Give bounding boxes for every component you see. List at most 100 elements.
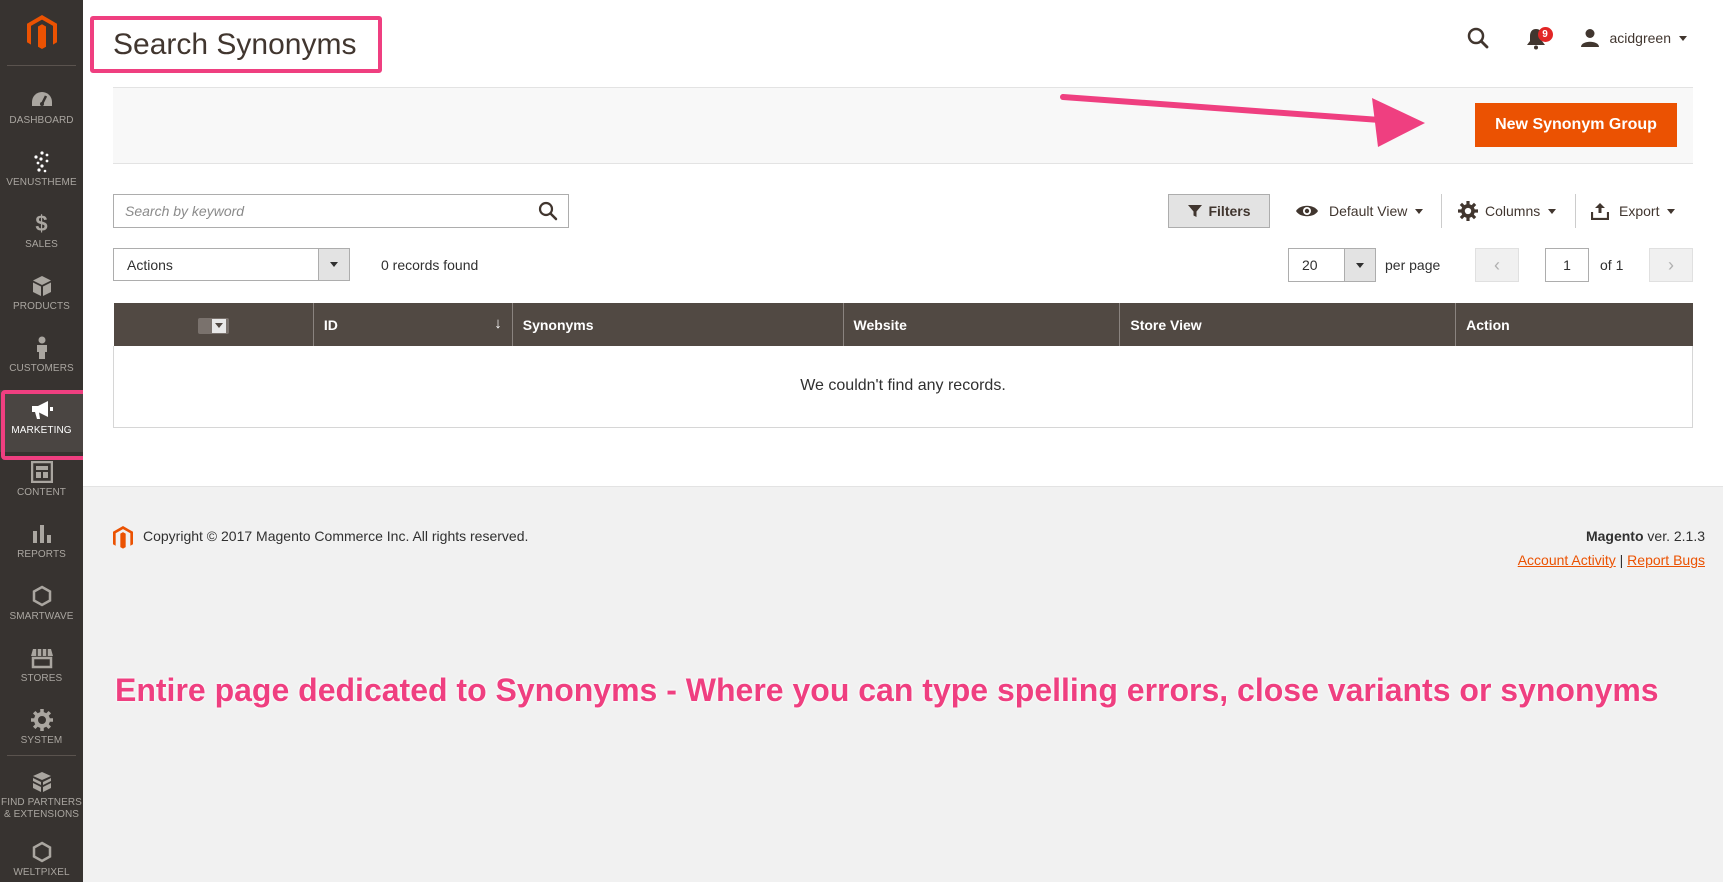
- search-icon[interactable]: [528, 195, 568, 227]
- column-header-id[interactable]: ID ↓: [312, 303, 513, 346]
- per-page-select[interactable]: 20: [1288, 248, 1376, 282]
- search-input[interactable]: [114, 195, 528, 227]
- admin-sidebar: DASHBOARD VENUSTHEME $ SALES PRODUCTS CU…: [0, 0, 88, 882]
- user-icon: [1580, 29, 1599, 47]
- page-actions-bar: New Synonym Group: [113, 87, 1693, 164]
- version-info: Magento ver. 2.1.3: [1585, 528, 1705, 544]
- column-header-store-view[interactable]: Store View: [1119, 303, 1456, 346]
- sidebar-item-customers[interactable]: CUSTOMERS: [0, 328, 83, 390]
- eye-icon: [1296, 205, 1318, 217]
- sidebar-item-label: CONTENT: [16, 487, 67, 498]
- page-title: Search Synonyms: [113, 27, 357, 61]
- magento-footer-logo-icon: [113, 526, 133, 555]
- filters-label: Filters: [1208, 203, 1251, 219]
- total-pages: of 1: [1600, 257, 1624, 273]
- sidebar-item-label: FIND PARTNERS & EXTENSIONS: [1, 797, 82, 820]
- sidebar-item-system[interactable]: SYSTEM: [0, 700, 83, 762]
- megaphone-icon: [30, 398, 54, 422]
- footer-links: Account Activity | Report Bugs: [1518, 552, 1705, 568]
- user-account-menu[interactable]: acidgreen: [1580, 28, 1687, 48]
- dollar-icon: $: [35, 211, 48, 236]
- mass-select-column: [113, 303, 314, 346]
- column-header-action: Action: [1455, 303, 1693, 346]
- current-page-input[interactable]: [1545, 248, 1589, 282]
- global-search-icon[interactable]: [1466, 26, 1490, 50]
- sidebar-item-venustheme[interactable]: VENUSTHEME: [0, 142, 83, 204]
- sidebar-item-smartwave[interactable]: SMARTWAVE: [0, 576, 83, 638]
- sidebar-item-label: SMARTWAVE: [9, 611, 74, 622]
- bar-chart-icon: [31, 522, 53, 546]
- storefront-icon: [30, 646, 54, 670]
- sidebar-item-products[interactable]: PRODUCTS: [0, 266, 83, 328]
- sidebar-item-stores[interactable]: STORES: [0, 638, 83, 700]
- sidebar-item-label: WELTPIXEL: [13, 867, 70, 878]
- filters-button[interactable]: Filters: [1168, 194, 1270, 228]
- mass-select-toggle[interactable]: [197, 317, 229, 334]
- sidebar-item-sales[interactable]: $ SALES: [0, 204, 83, 266]
- view-switcher[interactable]: Default View: [1295, 194, 1424, 228]
- gear-icon: [1458, 201, 1478, 221]
- sidebar-item-label: MARKETING: [11, 425, 72, 436]
- sidebar-item-label: CUSTOMERS: [9, 363, 74, 374]
- columns-control[interactable]: Columns: [1458, 194, 1557, 228]
- per-page-label: per page: [1385, 257, 1441, 273]
- sidebar-item-label: STORES: [20, 673, 63, 684]
- keyword-search: [113, 194, 569, 228]
- mass-actions-select[interactable]: Actions: [113, 248, 350, 281]
- notifications-bell-icon[interactable]: 9: [1526, 26, 1553, 50]
- sidebar-item-dashboard[interactable]: DASHBOARD: [0, 80, 83, 142]
- sidebar-item-label: VENUSTHEME: [6, 177, 77, 188]
- sidebar-item-reports[interactable]: REPORTS: [0, 514, 83, 576]
- sidebar-item-find-partners[interactable]: FIND PARTNERS & EXTENSIONS: [0, 762, 83, 824]
- copyright-text: Copyright © 2017 Magento Commerce Inc. A…: [143, 528, 529, 544]
- column-header-synonyms[interactable]: Synonyms: [511, 303, 844, 346]
- sidebar-divider: [7, 755, 76, 756]
- notification-count-badge: 9: [1537, 27, 1553, 42]
- chevron-down-icon: [1344, 249, 1375, 281]
- chevron-right-icon: ›: [1668, 254, 1674, 275]
- empty-row: We couldn't find any records.: [113, 346, 1693, 428]
- report-bugs-link[interactable]: Report Bugs: [1627, 552, 1705, 568]
- sidebar-item-label: SYSTEM: [20, 735, 63, 746]
- new-synonym-group-button[interactable]: New Synonym Group: [1475, 103, 1677, 147]
- chevron-left-icon: ‹: [1494, 254, 1500, 275]
- main-content: Search Synonyms 9 acidgreen New Synonym …: [83, 0, 1723, 487]
- chevron-down-icon: [1667, 208, 1676, 214]
- export-control[interactable]: Export: [1591, 194, 1676, 228]
- previous-page-button[interactable]: ‹: [1475, 248, 1519, 282]
- chevron-down-icon: [214, 323, 223, 329]
- dashboard-icon: [30, 88, 54, 112]
- chevron-down-icon: [318, 249, 349, 280]
- sidebar-item-marketing[interactable]: MARKETING: [0, 390, 88, 460]
- person-icon: [34, 336, 50, 360]
- magento-logo[interactable]: [7, 0, 76, 66]
- export-icon: [1591, 203, 1609, 220]
- header-actions: 9 acidgreen: [1466, 26, 1687, 50]
- columns-label: Columns: [1485, 203, 1541, 219]
- actions-label: Actions: [127, 256, 173, 273]
- sort-arrow-icon: ↓: [494, 315, 502, 332]
- sidebar-item-label: DASHBOARD: [9, 115, 74, 126]
- sidebar-item-weltpixel[interactable]: WELTPIXEL: [0, 832, 83, 882]
- layout-icon: [30, 460, 53, 484]
- next-page-button[interactable]: ›: [1649, 248, 1693, 282]
- sidebar-item-label: REPORTS: [17, 549, 66, 560]
- annotation-caption: Entire page dedicated to Synonyms - Wher…: [115, 672, 1659, 708]
- chevron-down-icon: [1548, 208, 1557, 214]
- records-found-count: 0 records found: [381, 257, 479, 273]
- per-page-value: 20: [1302, 257, 1318, 273]
- chevron-down-icon: [1679, 35, 1687, 41]
- username: acidgreen: [1609, 30, 1672, 46]
- sidebar-item-content[interactable]: CONTENT: [0, 452, 83, 514]
- table-header-row: ID ↓ Synonyms Website Store View Action: [113, 303, 1693, 346]
- account-activity-link[interactable]: Account Activity: [1518, 552, 1616, 568]
- toolbar-divider: [1441, 194, 1442, 228]
- toolbar-divider: [1575, 194, 1576, 228]
- export-label: Export: [1619, 203, 1660, 219]
- chevron-down-icon: [1415, 208, 1424, 214]
- magento-logo-icon: [26, 14, 57, 49]
- view-label: Default View: [1329, 203, 1408, 219]
- column-header-website[interactable]: Website: [842, 303, 1120, 346]
- gear-icon: [30, 708, 53, 732]
- venustheme-icon: [30, 150, 54, 174]
